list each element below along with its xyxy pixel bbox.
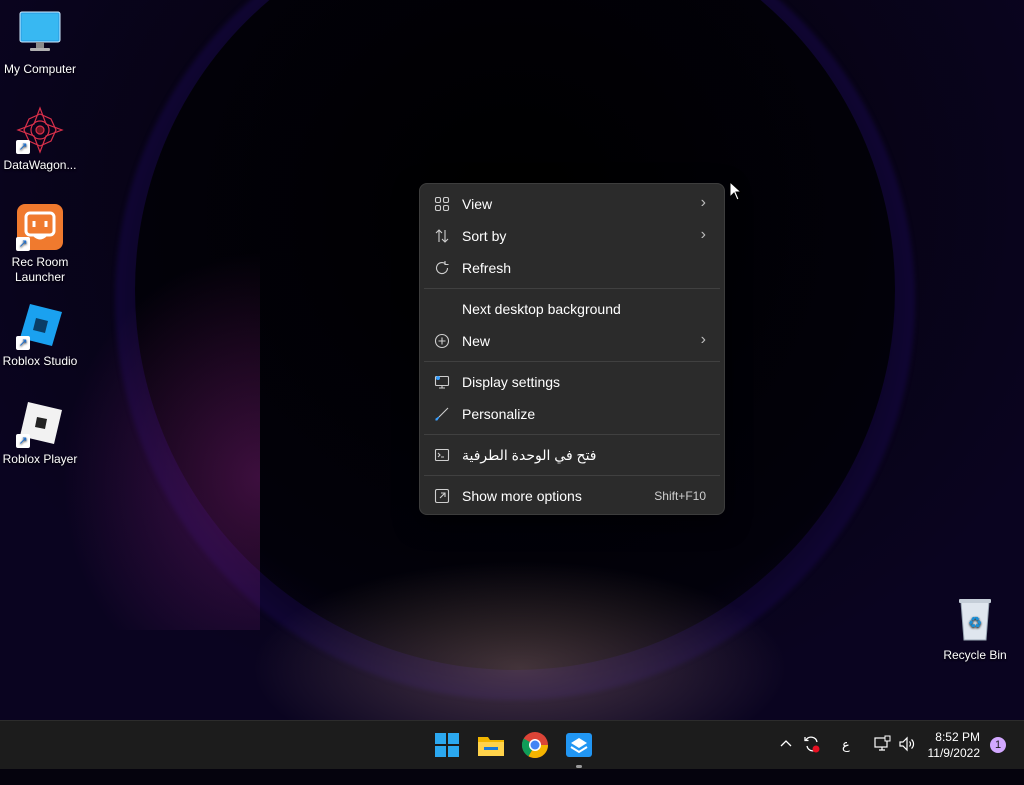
menu-item-label: Next desktop background: [462, 301, 621, 317]
menu-item-new[interactable]: New ›: [424, 325, 720, 357]
app-icon: [566, 733, 592, 757]
desktop-icon-rec-room[interactable]: ↗ Rec Room Launcher: [0, 203, 80, 285]
menu-item-label: Show more options: [462, 488, 582, 504]
file-explorer-icon: [478, 737, 504, 756]
menu-item-label: فتح في الوحدة الطرفية: [462, 447, 597, 463]
menu-item-personalize[interactable]: Personalize: [424, 398, 720, 430]
clock-button[interactable]: 8:52 PM 11/9/2022: [928, 729, 981, 761]
shortcut-arrow-icon: ↗: [16, 434, 30, 448]
keyboard-shortcut: Shift+F10: [654, 489, 706, 503]
start-button[interactable]: [431, 729, 463, 761]
rec-room-icon: ↗: [16, 203, 64, 251]
pinned-app-button[interactable]: [563, 729, 595, 768]
desktop-icon-datawagon[interactable]: ↗ DataWagon...: [0, 106, 80, 173]
menu-item-label: Display settings: [462, 374, 561, 390]
clock-time: 8:52 PM: [935, 730, 980, 744]
chevron-right-icon: ›: [700, 331, 706, 348]
file-explorer-button[interactable]: [475, 729, 507, 761]
display-icon: [434, 374, 450, 390]
sync-icon: [804, 736, 820, 753]
desktop-icon-recycle-bin[interactable]: ♻ Recycle Bin: [935, 596, 1015, 663]
datawagon-icon: ↗: [16, 106, 64, 154]
network-icon: [874, 735, 891, 751]
menu-item-label: New: [462, 333, 491, 349]
start-icon: [435, 733, 459, 757]
taskbar: ع 8:52 PM 11/9/2022 1: [0, 720, 1024, 769]
grid-icon: [434, 196, 450, 212]
menu-item-display-settings[interactable]: Display settings: [424, 366, 720, 398]
sync-status-button[interactable]: [802, 734, 822, 782]
clock-date: 11/9/2022: [927, 746, 981, 760]
desktop-icon-label: My Computer: [3, 62, 77, 76]
menu-separator: [424, 475, 720, 476]
shortcut-arrow-icon: ↗: [16, 140, 30, 154]
network-button[interactable]: [873, 735, 891, 783]
chevron-right-icon: ›: [700, 226, 706, 243]
chrome-icon: [521, 732, 549, 759]
expand-icon: [434, 488, 450, 504]
menu-item-label: View: [462, 196, 493, 212]
input-language-button[interactable]: ع: [842, 737, 850, 785]
menu-separator: [424, 361, 720, 362]
menu-item-label: Refresh: [462, 260, 512, 276]
desktop-icon-my-computer[interactable]: My Computer: [0, 10, 80, 77]
menu-item-label: Personalize: [462, 406, 536, 422]
desktop-icon-label: Roblox Studio: [2, 354, 78, 368]
shortcut-arrow-icon: ↗: [16, 336, 30, 350]
svg-text:♻: ♻: [968, 613, 982, 632]
recycle-bin-icon: ♻: [951, 596, 999, 644]
menu-separator: [424, 288, 720, 289]
sort-icon: [434, 228, 450, 244]
volume-icon: [899, 736, 915, 752]
menu-item-show-more-options[interactable]: Show more options Shift+F10: [424, 480, 720, 512]
desktop-icon-roblox-studio[interactable]: ↗ Roblox Studio: [0, 302, 80, 369]
wallpaper-glow: [60, 250, 260, 630]
chrome-button[interactable]: [519, 729, 551, 761]
show-hidden-icons-button[interactable]: [778, 735, 794, 783]
mouse-cursor-icon: [729, 181, 743, 201]
menu-item-label: Sort by: [462, 228, 507, 244]
desktop-icon-label: DataWagon...: [3, 158, 77, 172]
volume-button[interactable]: [898, 735, 916, 783]
roblox-studio-icon: ↗: [16, 302, 64, 350]
plus-circle-icon: [434, 333, 450, 349]
desktop-icon-label: Roblox Player: [2, 452, 78, 466]
shortcut-arrow-icon: ↗: [16, 237, 30, 251]
monitor-icon: [16, 10, 64, 58]
wallpaper-glow-bottom: [250, 560, 790, 720]
terminal-icon: [434, 447, 450, 463]
desktop-context-menu: View › Sort by › Refresh Next desktop ba…: [419, 183, 725, 515]
language-indicator: ع: [842, 737, 850, 752]
roblox-player-icon: ↗: [16, 400, 64, 448]
chevron-up-icon: [780, 740, 792, 747]
menu-item-sort-by[interactable]: Sort by ›: [424, 220, 720, 252]
chevron-right-icon: ›: [700, 194, 706, 211]
desktop-icon-roblox-player[interactable]: ↗ Roblox Player: [0, 400, 80, 467]
menu-item-refresh[interactable]: Refresh: [424, 252, 720, 284]
menu-item-next-background[interactable]: Next desktop background: [424, 293, 720, 325]
menu-item-open-terminal[interactable]: فتح في الوحدة الطرفية: [424, 439, 720, 471]
desktop-background[interactable]: My Computer ↗ DataWagon... ↗ Rec Room La…: [0, 0, 1024, 720]
desktop-icon-label: Recycle Bin: [943, 648, 1007, 662]
refresh-icon: [434, 260, 450, 276]
menu-item-view[interactable]: View ›: [424, 188, 720, 220]
desktop-icon-label: Rec Room Launcher: [11, 255, 69, 284]
menu-separator: [424, 434, 720, 435]
notification-badge[interactable]: 1: [990, 737, 1006, 753]
brush-icon: [434, 406, 450, 422]
